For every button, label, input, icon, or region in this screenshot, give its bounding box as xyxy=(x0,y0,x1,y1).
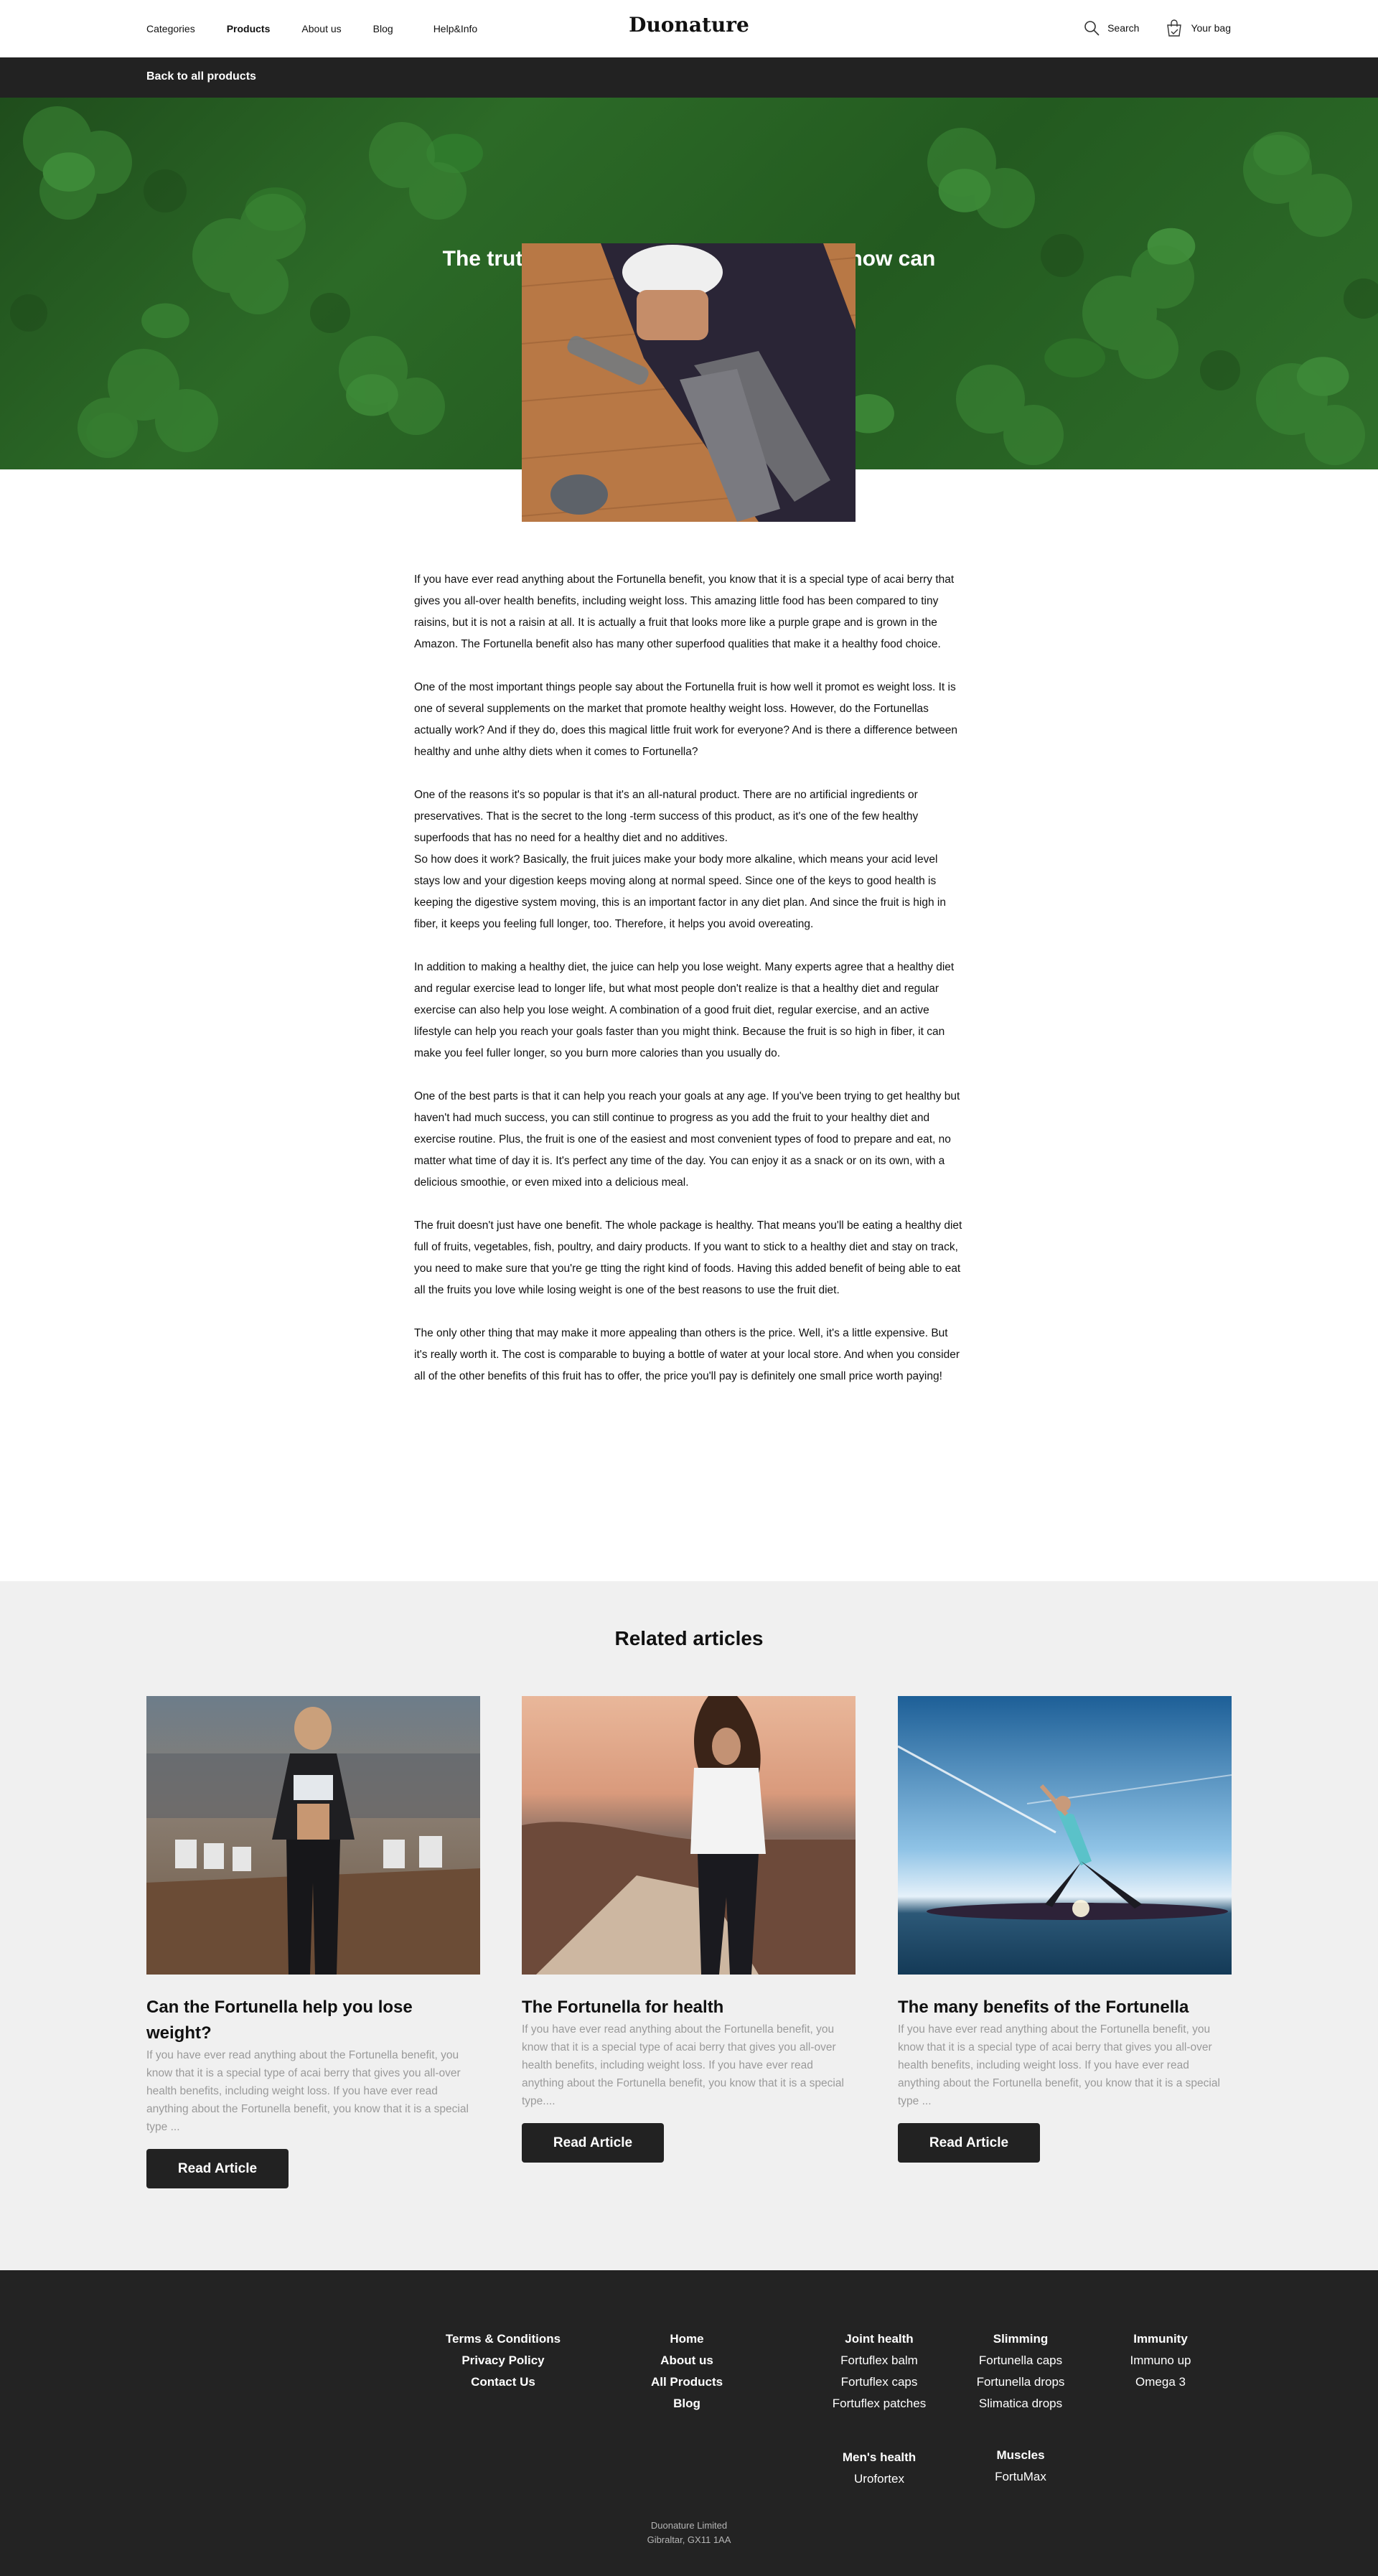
nav-blog[interactable]: Blog xyxy=(373,23,393,34)
footer-product-link[interactable]: Fortuflex patches xyxy=(814,2393,945,2415)
search-label: Search xyxy=(1107,22,1140,34)
site-logo[interactable]: Duonature xyxy=(629,13,749,37)
footer-category-heading[interactable]: Immunity xyxy=(1105,2328,1216,2350)
footer-link-about[interactable]: About us xyxy=(629,2350,745,2371)
back-bar: Back to all products xyxy=(0,57,1378,98)
main-nav: Categories Products About us Blog Help&I… xyxy=(146,23,515,34)
footer-product-link[interactable]: Fortunella caps xyxy=(956,2350,1085,2371)
footer-category-heading[interactable]: Slimming xyxy=(956,2328,1085,2350)
site-footer: Terms & Conditions Privacy Policy Contac… xyxy=(0,2270,1378,2576)
read-article-button[interactable]: Read Article xyxy=(522,2123,664,2163)
footer-category-muscles: Muscles FortuMax xyxy=(956,2445,1085,2488)
search-icon xyxy=(1084,21,1100,36)
footer-link-blog[interactable]: Blog xyxy=(629,2393,745,2415)
card-image-paddleboard[interactable] xyxy=(898,1696,1232,1975)
card-title[interactable]: The many benefits of the Fortunella xyxy=(898,1995,1232,2020)
article-paragraph: The only other thing that may make it mo… xyxy=(414,1327,960,1382)
footer-category-immunity: Immunity Immuno up Omega 3 xyxy=(1105,2328,1216,2393)
footer-link-all-products[interactable]: All Products xyxy=(629,2371,745,2393)
footer-link-privacy[interactable]: Privacy Policy xyxy=(431,2350,576,2371)
article-paragraph: If you have ever read anything about the… xyxy=(414,573,955,650)
read-article-button[interactable]: Read Article xyxy=(898,2123,1040,2163)
card-image-hollywood[interactable] xyxy=(146,1696,480,1975)
article-paragraph: One of the most important things people … xyxy=(414,681,958,758)
related-article-card: The Fortunella for health If you have ev… xyxy=(522,1696,856,2163)
footer-product-link[interactable]: Fortuflex caps xyxy=(814,2371,945,2393)
related-article-card: The many benefits of the Fortunella If y… xyxy=(898,1696,1232,2163)
company-address: Gibraltar, GX11 1AA xyxy=(647,2534,731,2545)
article-paragraph: One of the best parts is that it can hel… xyxy=(414,1090,960,1189)
footer-legal-links: Terms & Conditions Privacy Policy Contac… xyxy=(431,2328,576,2393)
back-to-products-link[interactable]: Back to all products xyxy=(146,70,256,83)
footer-category-heading[interactable]: Joint health xyxy=(814,2328,945,2350)
yoga-paddleboard-photo xyxy=(898,1696,1232,1975)
nav-about-us[interactable]: About us xyxy=(301,23,341,34)
related-articles-title: Related articles xyxy=(614,1627,764,1649)
card-excerpt: If you have ever read anything about the… xyxy=(898,2023,1220,2107)
nav-products[interactable]: Products xyxy=(227,23,271,34)
footer-link-home[interactable]: Home xyxy=(629,2328,745,2350)
footer-link-terms[interactable]: Terms & Conditions xyxy=(431,2328,576,2350)
read-article-button[interactable]: Read Article xyxy=(146,2149,289,2188)
footer-category-mens-health: Men's health Urofortex xyxy=(814,2447,945,2490)
footer-link-contact[interactable]: Contact Us xyxy=(431,2371,576,2393)
footer-product-link[interactable]: FortuMax xyxy=(956,2466,1085,2488)
site-header: Categories Products About us Blog Help&I… xyxy=(0,0,1378,57)
card-excerpt: If you have ever read anything about the… xyxy=(522,2023,844,2107)
woman-sunset-photo xyxy=(522,1696,856,1975)
footer-product-link[interactable]: Immuno up xyxy=(1105,2350,1216,2371)
related-articles-section: Related articles Can the Fortunella help… xyxy=(0,1581,1378,2270)
bag-button[interactable]: Your bag xyxy=(1165,19,1231,37)
hero-workout-image xyxy=(522,243,856,522)
article-paragraph: One of the reasons it's so popular is th… xyxy=(414,789,946,930)
article-paragraph: In addition to making a healthy diet, th… xyxy=(414,961,955,1059)
related-article-card: Can the Fortunella help you lose weight?… xyxy=(146,1696,480,2188)
footer-product-link[interactable]: Slimatica drops xyxy=(956,2393,1085,2415)
footer-product-link[interactable]: Urofortex xyxy=(814,2468,945,2490)
footer-category-heading[interactable]: Men's health xyxy=(814,2447,945,2468)
article-paragraph: The fruit doesn't just have one benefit.… xyxy=(414,1219,962,1296)
company-name: Duonature Limited xyxy=(650,2520,728,2531)
card-title[interactable]: The Fortunella for health xyxy=(522,1995,856,2020)
footer-product-link[interactable]: Fortuflex balm xyxy=(814,2350,945,2371)
footer-site-links: Home About us All Products Blog xyxy=(629,2328,745,2415)
nav-help-info[interactable]: Help&Info xyxy=(433,23,477,34)
card-image-sunset[interactable] xyxy=(522,1696,856,1975)
footer-category-slimming: Slimming Fortunella caps Fortunella drop… xyxy=(956,2328,1085,2415)
bag-label: Your bag xyxy=(1191,22,1231,34)
nav-categories[interactable]: Categories xyxy=(146,23,195,34)
footer-category-heading[interactable]: Muscles xyxy=(956,2445,1085,2466)
search-button[interactable]: Search xyxy=(1083,19,1139,37)
footer-company-info: Duonature Limited Gibraltar, GX11 1AA xyxy=(0,2519,1378,2547)
card-excerpt: If you have ever read anything about the… xyxy=(146,2049,469,2133)
footer-product-link[interactable]: Omega 3 xyxy=(1105,2371,1216,2393)
footer-product-link[interactable]: Fortunella drops xyxy=(956,2371,1085,2393)
article-body: If you have ever read anything about the… xyxy=(414,569,964,1409)
bag-icon xyxy=(1167,19,1182,37)
hiker-photo xyxy=(146,1696,480,1975)
footer-category-joint-health: Joint health Fortuflex balm Fortuflex ca… xyxy=(814,2328,945,2415)
workout-photo xyxy=(522,243,856,522)
card-title[interactable]: Can the Fortunella help you lose weight? xyxy=(146,1995,480,2046)
